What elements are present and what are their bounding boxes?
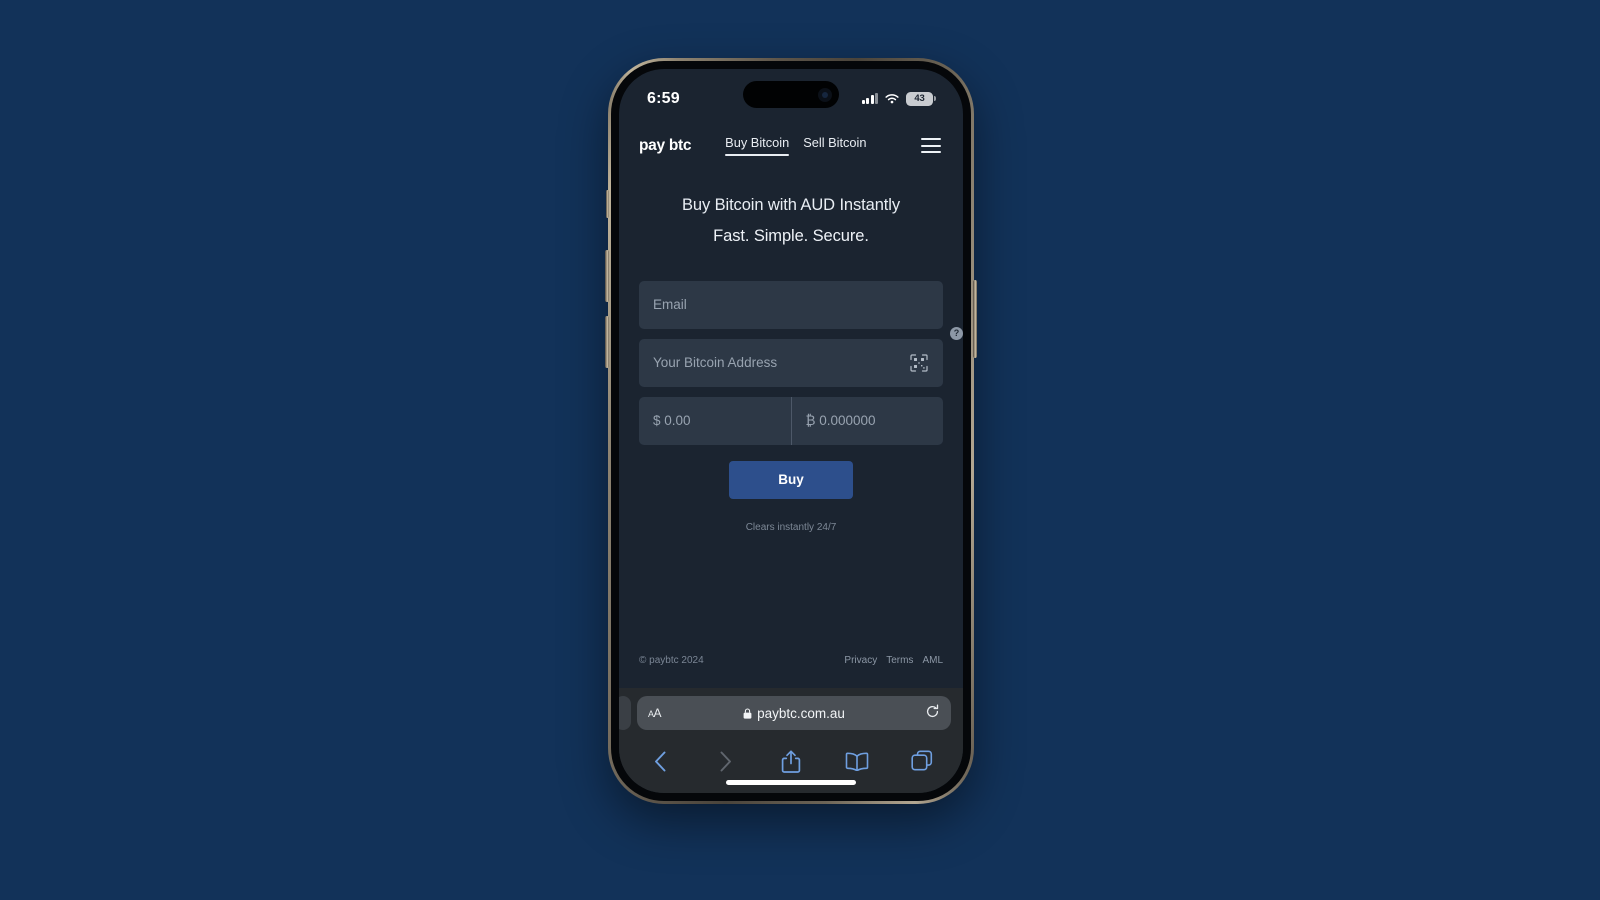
status-time: 6:59	[647, 89, 680, 107]
volume-down-button[interactable]	[605, 316, 609, 368]
footer-links: Privacy Terms AML	[844, 655, 943, 666]
site-header: pay btc Buy Bitcoin Sell Bitcoin	[637, 121, 945, 172]
text-size-button[interactable]: AA	[648, 706, 662, 720]
power-button[interactable]	[973, 280, 977, 358]
amount-fields: $ 0.00 ₿ 0.000000	[639, 396, 944, 445]
tabs-button[interactable]	[909, 749, 935, 775]
buy-button[interactable]: Buy	[729, 460, 853, 499]
back-button[interactable]	[647, 749, 673, 775]
bookmarks-button[interactable]	[844, 749, 870, 775]
silence-switch[interactable]	[606, 190, 609, 218]
nav-item-sell-bitcoin[interactable]: Sell Bitcoin	[803, 135, 866, 156]
previous-tab-peek[interactable]	[619, 696, 631, 730]
front-camera-icon	[818, 87, 832, 102]
hero-headline: Buy Bitcoin with AUD Instantly	[681, 196, 900, 214]
nav-item-buy-bitcoin[interactable]: Buy Bitcoin	[725, 135, 790, 156]
btc-amount-field[interactable]: ₿ 0.000000	[790, 396, 944, 445]
safari-toolbar	[631, 730, 951, 780]
site-footer: © paybtc 2024 Privacy Terms AML	[637, 655, 945, 688]
tagline-text: Clears instantly 24/7	[745, 521, 837, 533]
home-indicator[interactable]	[726, 780, 856, 785]
hero-subheadline: Fast. Simple. Secure.	[713, 227, 869, 246]
url-display: paybtc.com.au	[637, 706, 951, 721]
footer-link-aml[interactable]: AML	[922, 655, 943, 666]
status-bar: 6:59 43	[619, 69, 963, 121]
url-text: paybtc.com.au	[757, 705, 845, 721]
buy-form: Email Your Bitcoin Address ? $ 0.00 ₿ 0.…	[637, 259, 963, 499]
email-field[interactable]: Email	[639, 280, 943, 329]
battery-indicator: 43	[906, 91, 936, 106]
bitcoin-address-field[interactable]: Your Bitcoin Address ?	[639, 326, 963, 387]
share-button[interactable]	[778, 749, 804, 775]
web-page: pay btc Buy Bitcoin Sell Bitcoin Buy Bit…	[619, 121, 963, 688]
reload-icon[interactable]	[925, 704, 940, 722]
dynamic-island	[743, 81, 839, 108]
hamburger-menu-icon[interactable]	[921, 138, 943, 153]
footer-link-privacy[interactable]: Privacy	[844, 655, 877, 666]
status-indicators: 43	[862, 85, 936, 106]
main-nav: Buy Bitcoin Sell Bitcoin	[725, 135, 867, 156]
iphone-device: 6:59 43 pay btc Buy Bitcoin Sell Bitcoin…	[605, 58, 977, 804]
url-bar-row: AA paybtc.com.au	[619, 696, 951, 730]
qr-code-scan-icon[interactable]	[909, 353, 929, 373]
forward-button	[713, 749, 739, 775]
hero-section: Buy Bitcoin with AUD Instantly Fast. Sim…	[637, 172, 945, 259]
help-question-icon[interactable]: ?	[950, 326, 963, 340]
copyright-text: © paybtc 2024	[639, 655, 704, 666]
phone-screen: 6:59 43 pay btc Buy Bitcoin Sell Bitcoin…	[619, 69, 963, 793]
volume-up-button[interactable]	[605, 250, 609, 302]
address-bar[interactable]: AA paybtc.com.au	[637, 696, 951, 730]
bitcoin-address-placeholder: Your Bitcoin Address	[653, 355, 778, 371]
signal-bars-icon	[862, 93, 878, 104]
safari-browser-chrome: AA paybtc.com.au	[619, 688, 963, 793]
lock-icon	[743, 707, 752, 719]
site-logo[interactable]: pay btc	[639, 137, 691, 155]
wifi-icon	[885, 93, 899, 103]
email-field-placeholder: Email	[653, 297, 687, 313]
footer-link-terms[interactable]: Terms	[886, 655, 913, 666]
fiat-amount-field[interactable]: $ 0.00	[639, 397, 791, 445]
